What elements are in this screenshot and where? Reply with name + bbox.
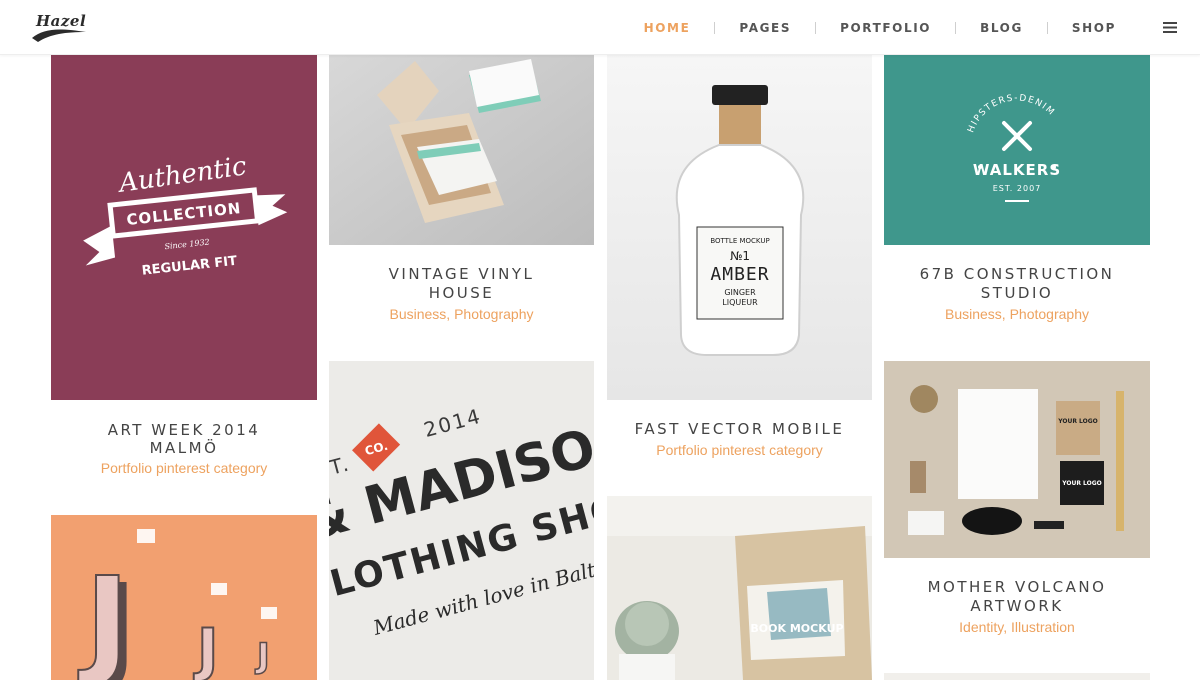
hamburger-icon[interactable]	[1140, 0, 1200, 55]
card-category[interactable]: Business, Photography	[329, 306, 594, 322]
bottle-label-sub2: LIQUEUR	[722, 298, 758, 307]
portfolio-card[interactable]: J J J J	[51, 515, 317, 680]
medium-letter: J	[193, 616, 219, 680]
card-category[interactable]: Identity, Illustration	[884, 619, 1150, 635]
stationery-box-logo: YOUR LOGO	[1061, 480, 1102, 487]
bottle-label-main: AMBER	[710, 264, 769, 285]
portfolio-card[interactable]: BOOK MOCKUP	[607, 496, 872, 680]
teal-logo-est: EST. 2007	[993, 184, 1042, 193]
portfolio-card[interactable]: Authentic COLLECTION Since 1932 REGULAR …	[51, 55, 317, 485]
portfolio-image[interactable]: BOTTLE MOCKUP №1 AMBER GINGER LIQUEUR	[607, 55, 872, 400]
card-title-line[interactable]: MALMÖ	[51, 439, 317, 458]
portfolio-image[interactable]: J J J J	[51, 515, 317, 680]
card-title-line[interactable]: VINTAGE VINYL	[329, 265, 594, 284]
nav-item-home[interactable]: HOME	[620, 21, 715, 35]
portfolio-image[interactable]	[329, 55, 594, 245]
card-title-line[interactable]: FAST VECTOR MOBILE	[607, 420, 872, 439]
card-category[interactable]: Business, Photography	[884, 306, 1150, 322]
stationery-bag-logo: YOUR LOGO	[1057, 418, 1098, 425]
card-title-line[interactable]: 67B CONSTRUCTION	[884, 265, 1150, 284]
card-title-line[interactable]: MOTHER VOLCANO	[884, 578, 1150, 597]
card-category[interactable]: Portfolio pinterest category	[607, 442, 872, 458]
card-title-line[interactable]: STUDIO	[884, 284, 1150, 303]
site-header: Hazel HOME PAGES PORTFOLIO BLOG SHOP	[0, 0, 1200, 55]
portfolio-image[interactable]: YOUR LOGO YOUR LOGO	[884, 361, 1150, 558]
portfolio-image[interactable]: Authentic COLLECTION Since 1932 REGULAR …	[51, 55, 317, 400]
small-letter: J	[255, 636, 270, 676]
bottle-label-sub1: GINGER	[724, 288, 756, 297]
main-nav: HOME PAGES PORTFOLIO BLOG SHOP	[620, 0, 1200, 55]
card-category[interactable]: Portfolio pinterest category	[51, 460, 317, 476]
card-title-line[interactable]: HOUSE	[329, 284, 594, 303]
site-logo[interactable]: Hazel	[30, 8, 90, 44]
bottle-label-num: №1	[730, 249, 750, 263]
teal-logo-main: WALKERS	[973, 161, 1061, 179]
portfolio-card[interactable]: YOUR LOGO YOUR LOGO MOTHER VOLCANO ARTWO…	[884, 361, 1150, 651]
portfolio-card[interactable]: EST. CO. 2014 & MADISO LOTHING SHO Made …	[329, 361, 594, 680]
portfolio-image[interactable]: EST. CO. 2014 & MADISO LOTHING SHO Made …	[329, 361, 594, 680]
nav-item-pages[interactable]: PAGES	[715, 21, 815, 35]
portfolio-image[interactable]: HIPSTERS-DENIM WALKERS EST. 2007	[884, 55, 1150, 245]
nav-item-shop[interactable]: SHOP	[1048, 21, 1140, 35]
portfolio-card[interactable]: HIPSTERS-DENIM WALKERS EST. 2007 67B CON…	[884, 55, 1150, 335]
bottle-label-top: BOTTLE MOCKUP	[710, 237, 769, 245]
card-title-line[interactable]: ART WEEK 2014	[51, 421, 317, 440]
portfolio-card[interactable]: VINTAGE VINYL HOUSE Business, Photograph…	[329, 55, 594, 335]
card-title-line[interactable]: ARTWORK	[884, 597, 1150, 616]
book-title: BOOK MOCKUP	[750, 622, 843, 635]
portfolio-card[interactable]: BOTTLE MOCKUP №1 AMBER GINGER LIQUEUR FA…	[607, 55, 872, 475]
portfolio-card[interactable]	[884, 673, 1150, 680]
portfolio-image[interactable]: BOOK MOCKUP	[607, 496, 872, 680]
big-letter: J	[78, 553, 130, 680]
nav-item-blog[interactable]: BLOG	[956, 21, 1047, 35]
logo-swoosh-icon	[32, 29, 86, 42]
nav-item-portfolio[interactable]: PORTFOLIO	[816, 21, 955, 35]
